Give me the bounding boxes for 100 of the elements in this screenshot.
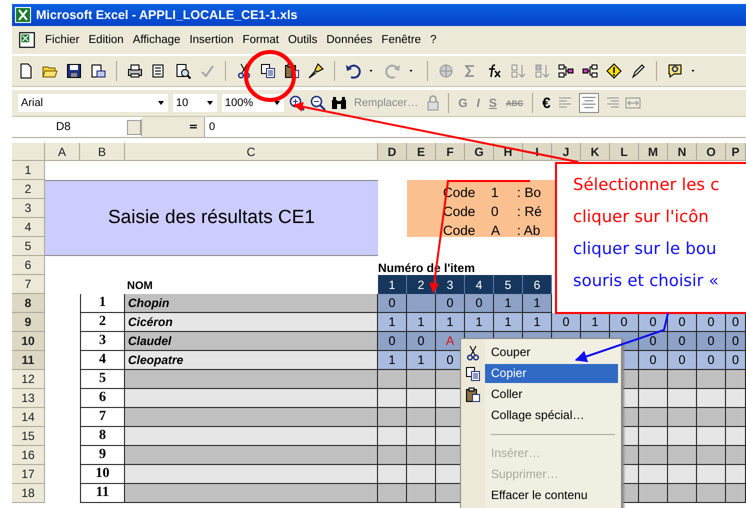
- zoom-out-icon[interactable]: [310, 95, 326, 111]
- row-header[interactable]: 17: [12, 465, 45, 484]
- column-header[interactable]: J: [552, 143, 581, 161]
- score-cell[interactable]: [726, 484, 746, 503]
- formula-field[interactable]: 0: [204, 117, 746, 137]
- column-header[interactable]: P: [726, 143, 746, 161]
- menu-item[interactable]: Fenêtre: [381, 34, 422, 46]
- score-cell[interactable]: [668, 389, 697, 408]
- pen-icon[interactable]: [630, 63, 646, 79]
- score-cell[interactable]: [726, 370, 746, 389]
- new-document-icon[interactable]: [18, 63, 34, 79]
- score-cell[interactable]: 0: [697, 351, 726, 370]
- column-header[interactable]: F: [436, 143, 465, 161]
- score-cell[interactable]: 1: [523, 294, 552, 313]
- row-header[interactable]: 3: [12, 199, 45, 218]
- print-preview-icon[interactable]: [175, 63, 191, 79]
- score-cell[interactable]: [407, 484, 436, 503]
- row-header[interactable]: 1: [12, 161, 45, 180]
- cut-icon[interactable]: [236, 63, 252, 79]
- score-cell[interactable]: [639, 389, 668, 408]
- score-cell[interactable]: 0: [726, 313, 746, 332]
- column-header[interactable]: K: [581, 143, 610, 161]
- score-cell[interactable]: [407, 294, 436, 313]
- score-cell[interactable]: [378, 370, 407, 389]
- row-header[interactable]: 9: [12, 313, 45, 332]
- score-cell[interactable]: [726, 465, 746, 484]
- score-cell[interactable]: 0: [697, 332, 726, 351]
- score-cell[interactable]: 0: [465, 294, 494, 313]
- score-cell[interactable]: [407, 446, 436, 465]
- diagram-icon[interactable]: [558, 63, 574, 79]
- row-header[interactable]: 2: [12, 180, 45, 199]
- score-cell[interactable]: [378, 389, 407, 408]
- font-size-field[interactable]: 10: [173, 94, 217, 112]
- column-header[interactable]: B: [80, 143, 125, 161]
- menu-item[interactable]: Format: [242, 34, 279, 46]
- row-header[interactable]: 8: [12, 294, 45, 313]
- context-menu-item[interactable]: Effacer le contenu: [485, 486, 618, 505]
- zoom-in-icon[interactable]: [289, 95, 305, 111]
- score-cell[interactable]: [378, 427, 407, 446]
- score-cell[interactable]: [726, 446, 746, 465]
- score-cell[interactable]: [378, 408, 407, 427]
- font-field[interactable]: Arial: [18, 94, 168, 112]
- print-icon[interactable]: [127, 63, 143, 79]
- score-cell[interactable]: [407, 465, 436, 484]
- euro-button[interactable]: €: [540, 94, 553, 112]
- score-cell[interactable]: 0: [726, 332, 746, 351]
- score-cell[interactable]: 1: [581, 313, 610, 332]
- score-cell[interactable]: [668, 484, 697, 503]
- score-cell[interactable]: [726, 427, 746, 446]
- column-header[interactable]: C: [125, 143, 378, 161]
- score-cell[interactable]: [378, 465, 407, 484]
- score-cell[interactable]: [407, 408, 436, 427]
- menu-item[interactable]: ?: [430, 34, 436, 46]
- score-cell[interactable]: [378, 446, 407, 465]
- score-cell[interactable]: 0: [378, 332, 407, 351]
- paintbrush-icon[interactable]: [308, 63, 324, 79]
- align-center-icon[interactable]: [578, 93, 599, 113]
- score-cell[interactable]: [697, 446, 726, 465]
- context-menu-item[interactable]: Couper: [485, 343, 618, 362]
- row-header[interactable]: 7: [12, 275, 45, 294]
- score-cell[interactable]: 1: [407, 351, 436, 370]
- score-cell[interactable]: 1: [494, 294, 523, 313]
- score-cell[interactable]: [639, 408, 668, 427]
- menu-item[interactable]: Affichage: [132, 34, 180, 46]
- score-cell[interactable]: [407, 389, 436, 408]
- column-header[interactable]: A: [45, 143, 80, 161]
- column-header[interactable]: E: [407, 143, 436, 161]
- score-cell[interactable]: 1: [436, 313, 465, 332]
- column-header[interactable]: M: [639, 143, 668, 161]
- menu-item[interactable]: Données: [326, 34, 372, 46]
- workbook-icon[interactable]: [18, 31, 36, 49]
- score-cell[interactable]: [697, 427, 726, 446]
- score-cell[interactable]: 0: [639, 351, 668, 370]
- row-header[interactable]: 4: [12, 218, 45, 237]
- row-header[interactable]: 16: [12, 446, 45, 465]
- row-header[interactable]: 14: [12, 408, 45, 427]
- row-header[interactable]: 18: [12, 484, 45, 503]
- score-cell[interactable]: [697, 370, 726, 389]
- score-cell[interactable]: [639, 427, 668, 446]
- score-cell[interactable]: 0: [407, 332, 436, 351]
- context-menu-item[interactable]: Coller: [485, 385, 618, 404]
- score-cell[interactable]: [668, 427, 697, 446]
- document-icon[interactable]: [90, 63, 106, 79]
- score-cell[interactable]: 0: [668, 313, 697, 332]
- column-header[interactable]: G: [465, 143, 494, 161]
- score-cell[interactable]: [668, 465, 697, 484]
- save-icon[interactable]: [66, 63, 82, 79]
- score-cell[interactable]: 0: [610, 313, 639, 332]
- score-cell[interactable]: 0: [639, 332, 668, 351]
- score-cell[interactable]: 0: [726, 351, 746, 370]
- score-cell[interactable]: 0: [378, 294, 407, 313]
- row-header[interactable]: 10: [12, 332, 45, 351]
- score-cell[interactable]: [639, 370, 668, 389]
- undo-icon[interactable]: [345, 63, 361, 79]
- diagram-icon[interactable]: [582, 63, 598, 79]
- function-icon[interactable]: [486, 63, 502, 79]
- row-header[interactable]: 15: [12, 427, 45, 446]
- score-cell[interactable]: [697, 389, 726, 408]
- menu-item[interactable]: Edition: [88, 34, 124, 46]
- paste-icon[interactable]: [284, 63, 300, 79]
